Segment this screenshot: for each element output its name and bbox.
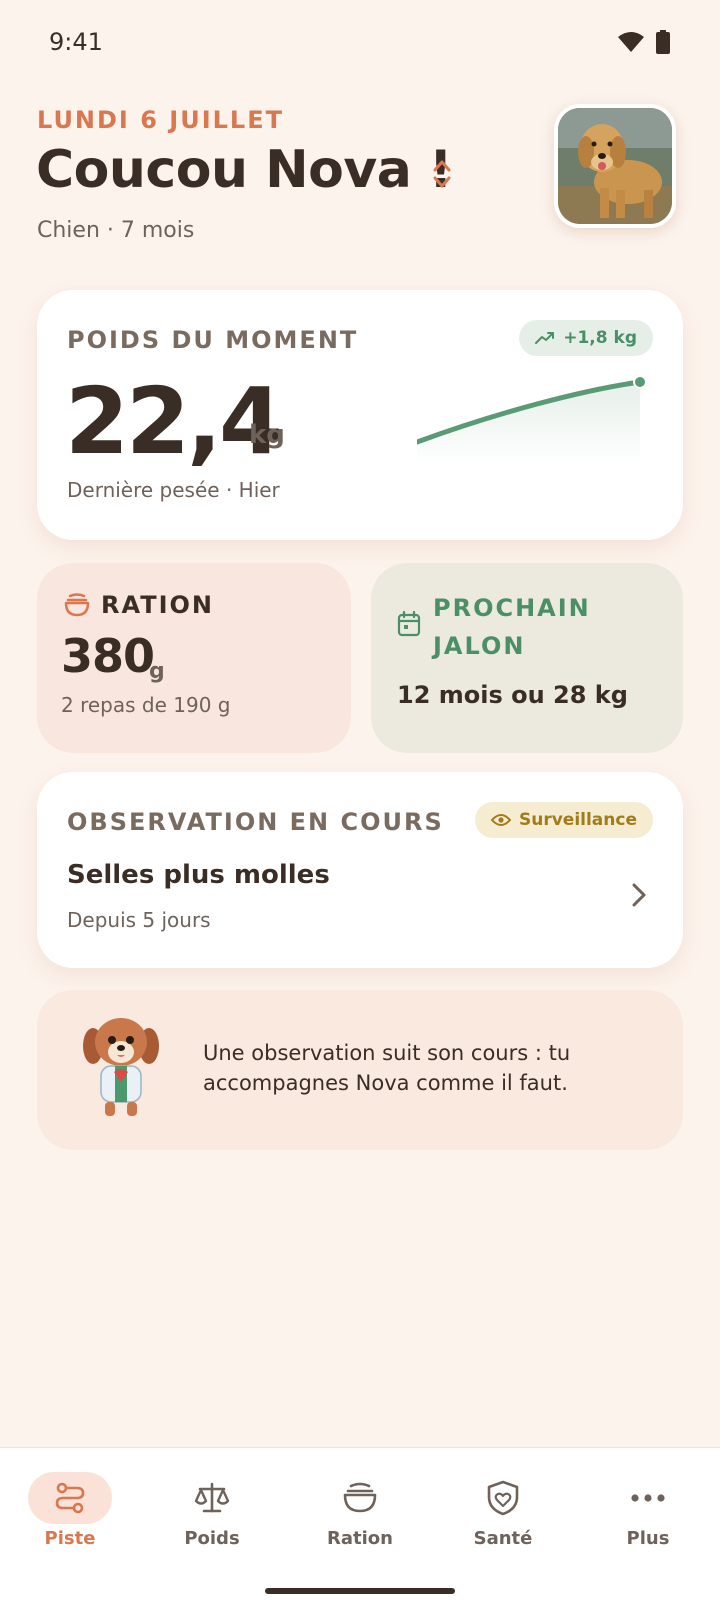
milestone-card[interactable]: PROCHAIN JALON 12 mois ou 28 kg <box>371 563 683 753</box>
shield-heart-icon <box>487 1480 519 1516</box>
bowl-icon <box>343 1482 377 1513</box>
ration-title: RATION <box>101 591 214 619</box>
observation-card[interactable]: OBSERVATION EN COURS Surveillance Selles… <box>37 772 683 968</box>
greeting-title: Coucou Nova ! <box>36 140 453 200</box>
scale-icon <box>194 1482 230 1513</box>
surveillance-badge-label: Surveillance <box>518 810 637 830</box>
weight-trend-value: +1,8 kg <box>563 328 637 348</box>
battery-icon <box>656 30 670 54</box>
weight-unit: kg <box>249 420 285 450</box>
sparkline-latest-point <box>633 375 647 389</box>
nav-item-poids[interactable]: Poids <box>162 1472 262 1549</box>
status-time: 9:41 <box>49 28 103 56</box>
weight-last-weighing: Dernière pesée · Hier <box>67 478 280 502</box>
ration-card[interactable]: RATION 380 g 2 repas de 190 g <box>37 563 351 753</box>
milestone-title: PROCHAIN JALON <box>433 594 591 660</box>
switch-pet-icon[interactable] <box>432 158 452 190</box>
weight-value: 22,4 <box>65 368 283 475</box>
weight-card[interactable]: POIDS DU MOMENT +1,8 kg 22,4 kg Dernière… <box>37 290 683 540</box>
nav-item-piste[interactable]: Piste <box>20 1472 120 1549</box>
trend-up-icon <box>535 332 555 344</box>
more-icon <box>631 1494 665 1502</box>
eye-icon <box>490 814 511 826</box>
nav-label-plus: Plus <box>626 1528 670 1549</box>
nav-item-sante[interactable]: Santé <box>453 1472 553 1549</box>
nav-label-sante: Santé <box>473 1528 533 1549</box>
bottom-nav: Piste Poids Ration Santé Plus <box>0 1447 720 1600</box>
ration-unit: g <box>149 659 165 684</box>
nav-label-poids: Poids <box>184 1528 240 1549</box>
home-indicator[interactable] <box>265 1588 455 1594</box>
wifi-icon <box>618 32 644 52</box>
calendar-icon <box>397 611 421 637</box>
status-bar: 9:41 <box>0 0 720 86</box>
bowl-icon <box>64 593 90 617</box>
chevron-right-icon[interactable] <box>631 882 647 908</box>
weight-trend-badge: +1,8 kg <box>519 320 653 356</box>
nav-item-plus[interactable]: Plus <box>598 1472 698 1549</box>
nav-item-ration[interactable]: Ration <box>310 1472 410 1549</box>
avatar[interactable] <box>554 104 676 228</box>
ration-value: 380 <box>61 629 155 683</box>
weight-card-label: POIDS DU MOMENT <box>67 326 359 354</box>
header-date: LUNDI 6 JUILLET <box>37 106 284 134</box>
path-icon <box>55 1482 85 1514</box>
milestone-value: 12 mois ou 28 kg <box>397 681 628 709</box>
tip-text: Une observation suit son cours : tu acco… <box>203 1041 571 1095</box>
nav-label-ration: Ration <box>327 1528 393 1549</box>
dog-photo <box>558 108 672 224</box>
observation-subtitle: Depuis 5 jours <box>67 908 211 932</box>
vet-puppy-mascot <box>83 1018 159 1116</box>
weight-sparkline <box>417 375 647 466</box>
surveillance-badge: Surveillance <box>474 802 653 838</box>
ration-note: 2 repas de 190 g <box>61 693 231 717</box>
observation-title: Selles plus molles <box>67 860 330 890</box>
tip-card: Une observation suit son cours : tu acco… <box>37 990 683 1150</box>
pet-subtitle: Chien · 7 mois <box>37 218 195 243</box>
nav-label-piste: Piste <box>44 1528 96 1549</box>
observation-label: OBSERVATION EN COURS <box>67 808 444 836</box>
